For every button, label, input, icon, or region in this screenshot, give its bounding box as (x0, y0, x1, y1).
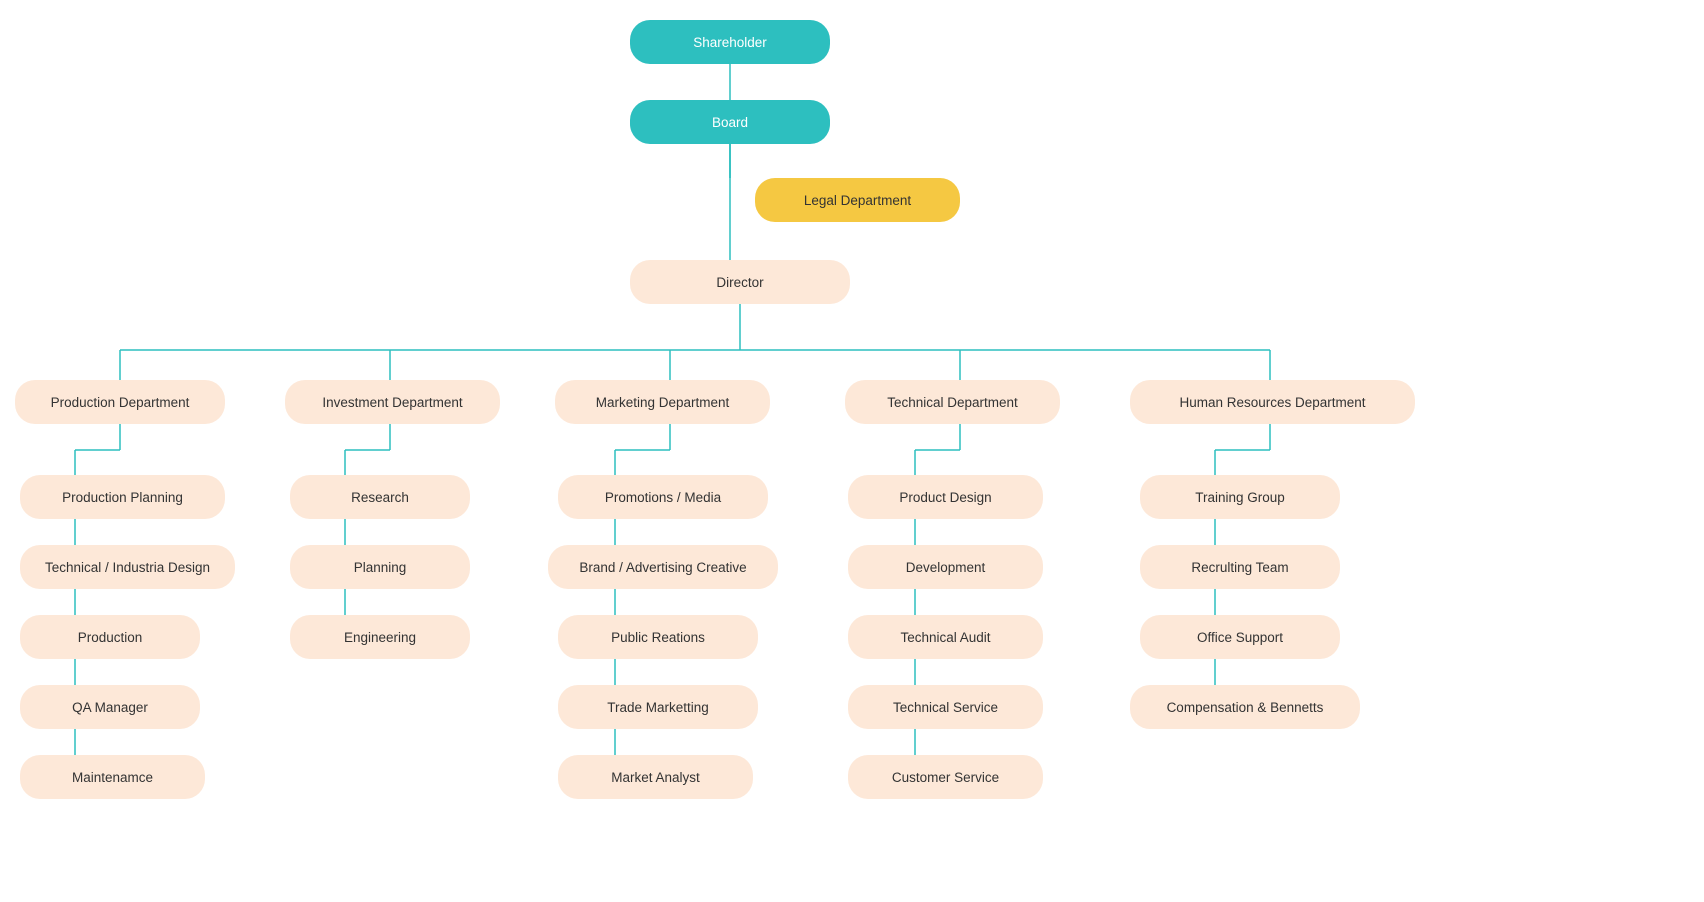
cust-service-node: Customer Service (848, 755, 1043, 799)
production-node: Production (20, 615, 200, 659)
tech-audit-node: Technical Audit (848, 615, 1043, 659)
technical-dept-node: Technical Department (845, 380, 1060, 424)
hr-dept-node: Human Resources Department (1130, 380, 1415, 424)
compensation-node: Compensation & Bennetts (1130, 685, 1360, 729)
development-node: Development (848, 545, 1043, 589)
shareholder-node: Shareholder (630, 20, 830, 64)
trade-mkt-node: Trade Marketting (558, 685, 758, 729)
production-planning-node: Production Planning (20, 475, 225, 519)
maintenance-node: Maintenamce (20, 755, 205, 799)
tech-service-node: Technical Service (848, 685, 1043, 729)
public-rel-node: Public Reations (558, 615, 758, 659)
office-support-node: Office Support (1140, 615, 1340, 659)
research-node: Research (290, 475, 470, 519)
marketing-dept-node: Marketing Department (555, 380, 770, 424)
promo-media-node: Promotions / Media (558, 475, 768, 519)
brand-adv-node: Brand / Advertising Creative (548, 545, 778, 589)
engineering-node: Engineering (290, 615, 470, 659)
training-node: Training Group (1140, 475, 1340, 519)
board-node: Board (630, 100, 830, 144)
planning-node: Planning (290, 545, 470, 589)
mkt-analyst-node: Market Analyst (558, 755, 753, 799)
org-chart: Shareholder Board Legal Department Direc… (0, 0, 1704, 902)
tech-ind-design-node: Technical / Industria Design (20, 545, 235, 589)
director-node: Director (630, 260, 850, 304)
recruiting-node: Recrulting Team (1140, 545, 1340, 589)
production-dept-node: Production Department (15, 380, 225, 424)
prod-design-node: Product Design (848, 475, 1043, 519)
investment-dept-node: Investment Department (285, 380, 500, 424)
legal-dept-node: Legal Department (755, 178, 960, 222)
qa-manager-node: QA Manager (20, 685, 200, 729)
